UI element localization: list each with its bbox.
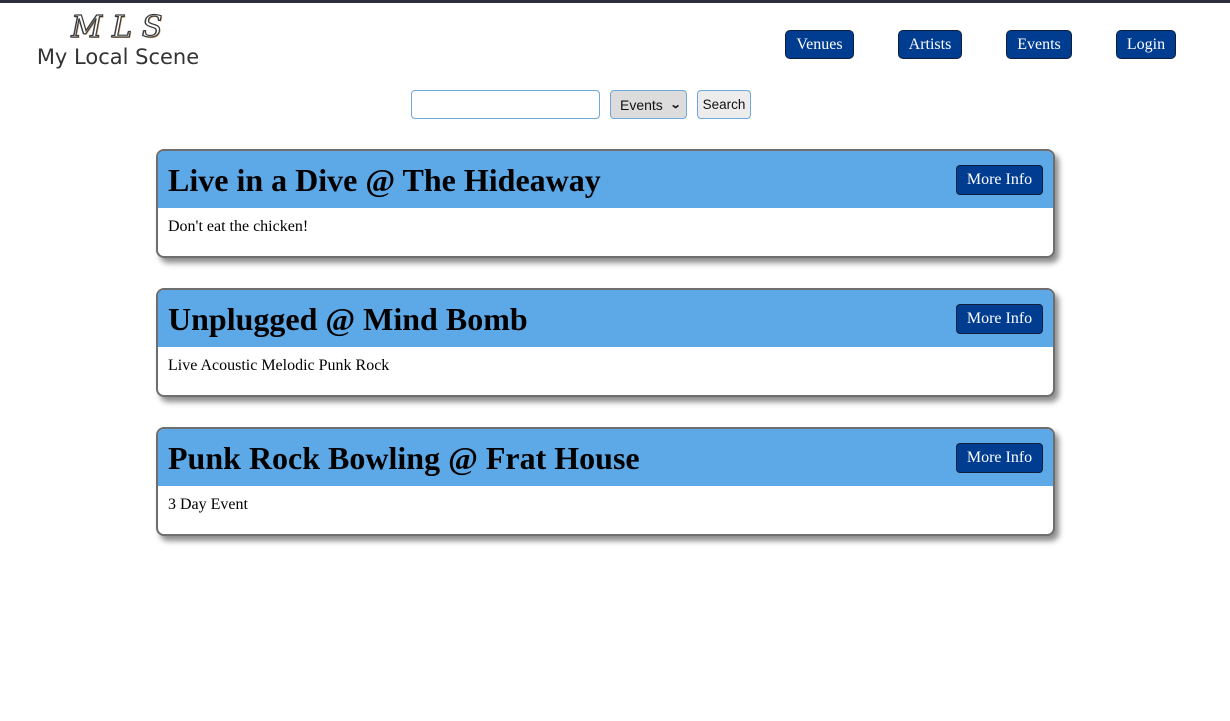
search-category-value: Events <box>620 96 663 113</box>
search-input[interactable] <box>411 90 600 119</box>
search-category-select[interactable]: Events ⌄ <box>610 90 687 119</box>
nav-artists-button[interactable]: Artists <box>898 30 962 59</box>
main-nav: Venues Artists Events Login <box>0 30 1230 62</box>
search-button[interactable]: Search <box>697 90 751 119</box>
event-card-header: Punk Rock Bowling @ Frat House More Info <box>158 429 1053 486</box>
event-title: Live in a Dive @ The Hideaway <box>168 161 601 198</box>
nav-venues-button[interactable]: Venues <box>785 30 854 59</box>
event-description: 3 Day Event <box>168 496 248 513</box>
event-card-header: Unplugged @ Mind Bomb More Info <box>158 290 1053 347</box>
event-card: Unplugged @ Mind Bomb More Info Live Aco… <box>156 288 1055 397</box>
event-description: Don't eat the chicken! <box>168 218 309 235</box>
nav-events-button[interactable]: Events <box>1006 30 1072 59</box>
event-card-header: Live in a Dive @ The Hideaway More Info <box>158 151 1053 208</box>
more-info-button[interactable]: More Info <box>956 303 1043 334</box>
nav-login-button[interactable]: Login <box>1116 30 1176 59</box>
event-card: Live in a Dive @ The Hideaway More Info … <box>156 149 1055 258</box>
event-title: Punk Rock Bowling @ Frat House <box>168 439 640 476</box>
more-info-button[interactable]: More Info <box>956 442 1043 473</box>
more-info-button[interactable]: More Info <box>956 164 1043 195</box>
event-description: Live Acoustic Melodic Punk Rock <box>168 357 390 374</box>
event-list: Live in a Dive @ The Hideaway More Info … <box>156 149 1056 566</box>
chevron-down-icon: ⌄ <box>669 99 682 111</box>
event-card: Punk Rock Bowling @ Frat House More Info… <box>156 427 1055 536</box>
search-bar: Events ⌄ Search <box>411 90 751 119</box>
event-title: Unplugged @ Mind Bomb <box>168 300 528 337</box>
